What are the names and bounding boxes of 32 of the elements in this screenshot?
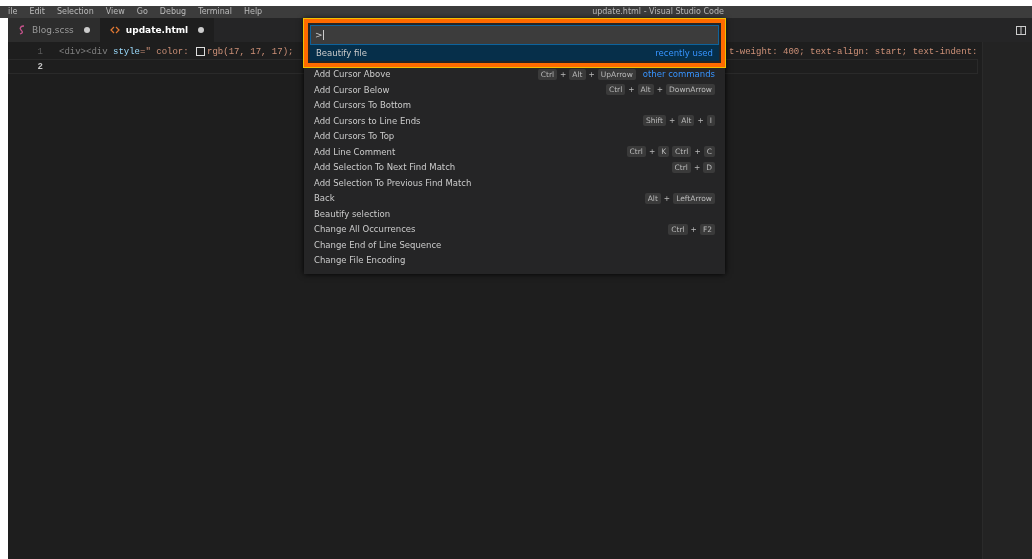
command-item[interactable]: Add Cursors To Top (308, 128, 721, 144)
line-number: 2 (36, 61, 43, 72)
menu-item[interactable]: Go (136, 7, 148, 17)
menu-item[interactable]: Terminal (198, 7, 232, 17)
code-text: <div><div (59, 46, 109, 57)
menu-item[interactable]: Edit (29, 7, 45, 17)
command-item[interactable]: Change File Encoding (308, 252, 721, 268)
menu-item[interactable]: Help (243, 7, 263, 17)
command-item[interactable]: Beautify file recently used (310, 45, 719, 61)
code-text: t-weight: 400; text-align: start; text-indent: (729, 46, 978, 57)
code-text: rgb(17, 17, 17); (207, 46, 294, 57)
command-item[interactable]: Add Selection To Previous Find Match (308, 175, 721, 191)
menu-item[interactable]: View (105, 7, 125, 17)
code-brackets-icon (109, 26, 120, 34)
editor-tab[interactable]: Blog.scss (8, 18, 100, 42)
tab-label: Blog.scss (32, 25, 74, 35)
command-input[interactable]: > (310, 25, 719, 45)
color-swatch[interactable] (196, 47, 206, 56)
menu-item[interactable]: Debug (159, 7, 187, 17)
menu-item[interactable]: Selection (56, 7, 94, 17)
command-item[interactable]: Change End of Line Sequence (308, 237, 721, 253)
command-item[interactable]: Add Cursors To Bottom (308, 97, 721, 113)
line-number: 1 (36, 46, 43, 57)
command-item[interactable]: Beautify selection (308, 206, 721, 222)
editor-tab[interactable]: update.html (99, 18, 215, 42)
code-text: =" color: (140, 46, 190, 57)
code-text: style (113, 46, 141, 57)
tab-label: update.html (125, 25, 189, 35)
scss-file-icon (18, 25, 26, 35)
window-title: update.html - Visual Studio Code (592, 7, 724, 17)
split-editor-icon[interactable] (1016, 25, 1026, 35)
menu-item[interactable]: ile (8, 7, 18, 17)
